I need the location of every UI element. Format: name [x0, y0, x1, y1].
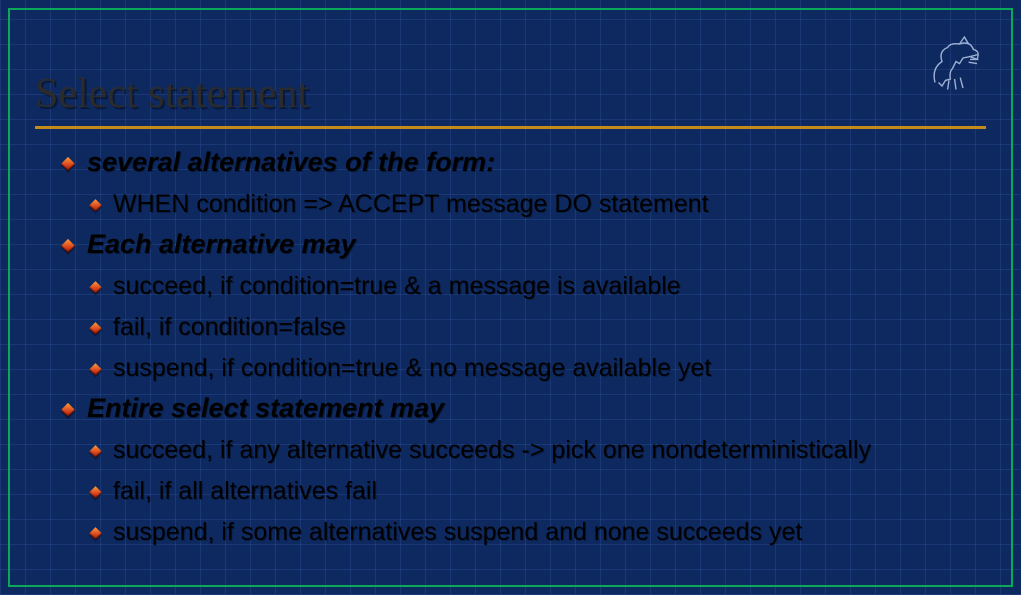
- diamond-bullet-icon: [89, 486, 102, 499]
- slide-content: Select statement several alternatives of…: [35, 70, 986, 547]
- diamond-bullet-icon: [61, 157, 75, 171]
- list-item: suspend, if condition=true & no message …: [91, 354, 986, 383]
- list-item: succeed, if any alternative succeeds -> …: [91, 436, 986, 465]
- diamond-bullet-icon: [89, 322, 102, 335]
- list-item: fail, if all alternatives fail: [91, 477, 986, 506]
- list-item-label: fail, if condition=false: [113, 313, 346, 341]
- list-item-label: suspend, if some alternatives suspend an…: [113, 518, 802, 546]
- list-item-label: Each alternative may: [87, 229, 356, 259]
- list-item-label: suspend, if condition=true & no message …: [113, 354, 711, 382]
- list-item: Each alternative may: [63, 229, 986, 260]
- list-item-label: fail, if all alternatives fail: [113, 477, 377, 505]
- list-item: fail, if condition=false: [91, 313, 986, 342]
- diamond-bullet-icon: [89, 281, 102, 294]
- list-item: Entire select statement may: [63, 393, 986, 424]
- diamond-bullet-icon: [89, 199, 102, 212]
- diamond-bullet-icon: [89, 363, 102, 376]
- diamond-bullet-icon: [89, 445, 102, 458]
- list-item-label: succeed, if any alternative succeeds -> …: [113, 436, 871, 464]
- list-item-label: succeed, if condition=true & a message i…: [113, 272, 681, 300]
- diamond-bullet-icon: [61, 239, 75, 253]
- list-item: suspend, if some alternatives suspend an…: [91, 518, 986, 547]
- list-item-label: several alternatives of the form:: [87, 147, 495, 177]
- list-item: WHEN condition => ACCEPT message DO stat…: [91, 190, 986, 219]
- diamond-bullet-icon: [89, 527, 102, 540]
- list-item: several alternatives of the form:: [63, 147, 986, 178]
- page-title: Select statement: [35, 70, 986, 129]
- list-item-label: WHEN condition => ACCEPT message DO stat…: [113, 190, 709, 218]
- list-item-label: Entire select statement may: [87, 393, 444, 423]
- bullet-list: several alternatives of the form: WHEN c…: [35, 147, 986, 547]
- diamond-bullet-icon: [61, 403, 75, 417]
- list-item: succeed, if condition=true & a message i…: [91, 272, 986, 301]
